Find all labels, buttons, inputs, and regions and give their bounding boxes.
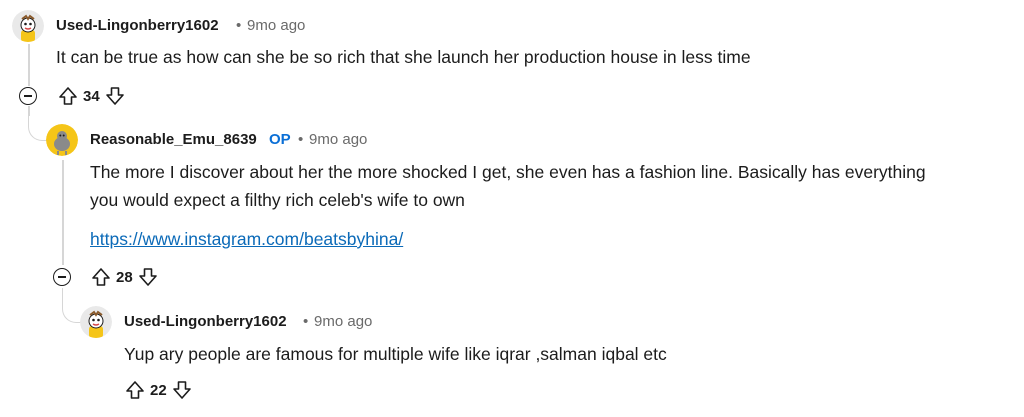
- op-badge: OP: [269, 131, 291, 148]
- comment-timestamp[interactable]: 9mo ago: [309, 131, 367, 148]
- separator-dot: •: [236, 17, 242, 34]
- separator-dot: •: [298, 131, 304, 148]
- thread-curve-reply-2: [62, 288, 81, 323]
- downvote-icon[interactable]: [137, 266, 159, 288]
- thread-line-root: [28, 44, 30, 86]
- vote-count: 28: [116, 268, 133, 286]
- comment-author[interactable]: Used-Lingonberry1602: [124, 313, 287, 330]
- avatar[interactable]: [46, 124, 78, 156]
- comment-timestamp[interactable]: 9mo ago: [247, 17, 305, 34]
- comment-timestamp[interactable]: 9mo ago: [314, 313, 372, 330]
- separator-dot: •: [303, 313, 309, 330]
- downvote-icon[interactable]: [171, 379, 193, 401]
- downvote-icon[interactable]: [104, 85, 126, 107]
- upvote-icon[interactable]: [124, 379, 146, 401]
- upvote-icon[interactable]: [57, 85, 79, 107]
- avatar[interactable]: [12, 10, 44, 42]
- vote-controls: 22: [124, 378, 193, 402]
- upvote-icon[interactable]: [90, 266, 112, 288]
- vote-controls: 28: [90, 265, 159, 289]
- comment-body: Yup ary people are famous for multiple w…: [124, 344, 667, 364]
- collapse-thread-button[interactable]: [53, 268, 71, 286]
- instagram-link[interactable]: https://www.instagram.com/beatsbyhina/: [90, 229, 403, 250]
- thread-line-reply-1: [62, 160, 64, 265]
- comment-author[interactable]: Reasonable_Emu_8639: [90, 131, 257, 148]
- vote-count: 34: [83, 87, 100, 105]
- comment-body-line-2: you would expect a filthy rich celeb's w…: [90, 190, 465, 210]
- comment-body-line-1: The more I discover about her the more s…: [90, 162, 926, 182]
- collapse-thread-button[interactable]: [19, 87, 37, 105]
- comment-body: It can be true as how can she be so rich…: [56, 47, 751, 67]
- comment-author[interactable]: Used-Lingonberry1602: [56, 17, 219, 34]
- vote-controls: 34: [57, 84, 126, 108]
- avatar[interactable]: [80, 306, 112, 338]
- vote-count: 22: [150, 381, 167, 399]
